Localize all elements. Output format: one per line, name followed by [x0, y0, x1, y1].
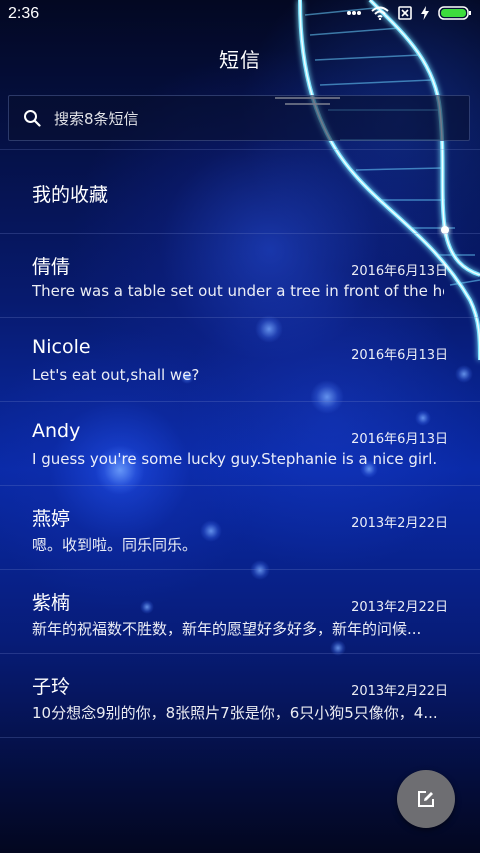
search-placeholder: 搜索8条短信 — [54, 109, 139, 128]
message-list: 倩倩 2016年6月13日 There was a table set out … — [0, 234, 480, 738]
search-input[interactable]: 搜索8条短信 — [8, 95, 470, 141]
message-date: 2016年6月13日 — [351, 264, 448, 279]
message-date: 2016年6月13日 — [351, 348, 448, 363]
message-preview: 10分想念9别的你，8张照片7张是你，6只小狗5只像你，4... — [32, 704, 438, 722]
message-date: 2013年2月22日 — [351, 684, 448, 699]
contact-name: Nicole — [32, 336, 91, 358]
contact-name: 紫楠 — [32, 592, 71, 614]
message-date: 2016年6月13日 — [351, 432, 448, 447]
message-item[interactable]: Nicole 2016年6月13日 Let's eat out,shall we… — [0, 318, 480, 402]
message-item[interactable]: 燕婷 2013年2月22日 嗯。收到啦。同乐同乐。 — [0, 486, 480, 570]
contact-name: 燕婷 — [32, 508, 71, 530]
message-item[interactable]: 紫楠 2013年2月22日 新年的祝福数不胜数，新年的愿望好多好多，新年的问候.… — [0, 570, 480, 654]
status-icons — [346, 6, 472, 20]
contact-name: Andy — [32, 420, 81, 442]
message-preview: I guess you're some lucky guy.Stephanie … — [32, 450, 438, 468]
dots-icon — [347, 11, 361, 15]
favorites-label: 我的收藏 — [32, 184, 109, 206]
message-preview: Let's eat out,shall we? — [32, 366, 200, 384]
compose-button[interactable] — [397, 770, 455, 828]
message-date: 2013年2月22日 — [351, 600, 448, 615]
favorites-item[interactable]: 我的收藏 — [0, 150, 480, 234]
message-preview: 新年的祝福数不胜数，新年的愿望好多好多，新年的问候... — [32, 620, 422, 638]
battery-icon — [438, 6, 471, 20]
wifi-icon — [371, 6, 389, 20]
message-item[interactable]: Andy 2016年6月13日 I guess you're some luck… — [0, 402, 480, 486]
charging-icon — [421, 6, 429, 20]
contact-name: 子玲 — [32, 676, 71, 698]
message-date: 2013年2月22日 — [351, 516, 448, 531]
message-item[interactable]: 倩倩 2016年6月13日 There was a table set out … — [0, 234, 480, 318]
search-icon — [24, 110, 41, 127]
contact-name: 倩倩 — [32, 256, 71, 278]
status-bar: 2:36 — [0, 0, 480, 28]
compose-icon — [418, 791, 434, 807]
message-preview: 嗯。收到啦。同乐同乐。 — [32, 536, 198, 554]
status-time: 2:36 — [8, 5, 40, 22]
page-title: 短信 — [219, 48, 261, 72]
message-item[interactable]: 子玲 2013年2月22日 10分想念9别的你，8张照片7张是你，6只小狗5只像… — [0, 654, 480, 738]
no-sim-icon — [398, 6, 412, 20]
message-preview: There was a table set out under a tree i… — [32, 282, 444, 300]
